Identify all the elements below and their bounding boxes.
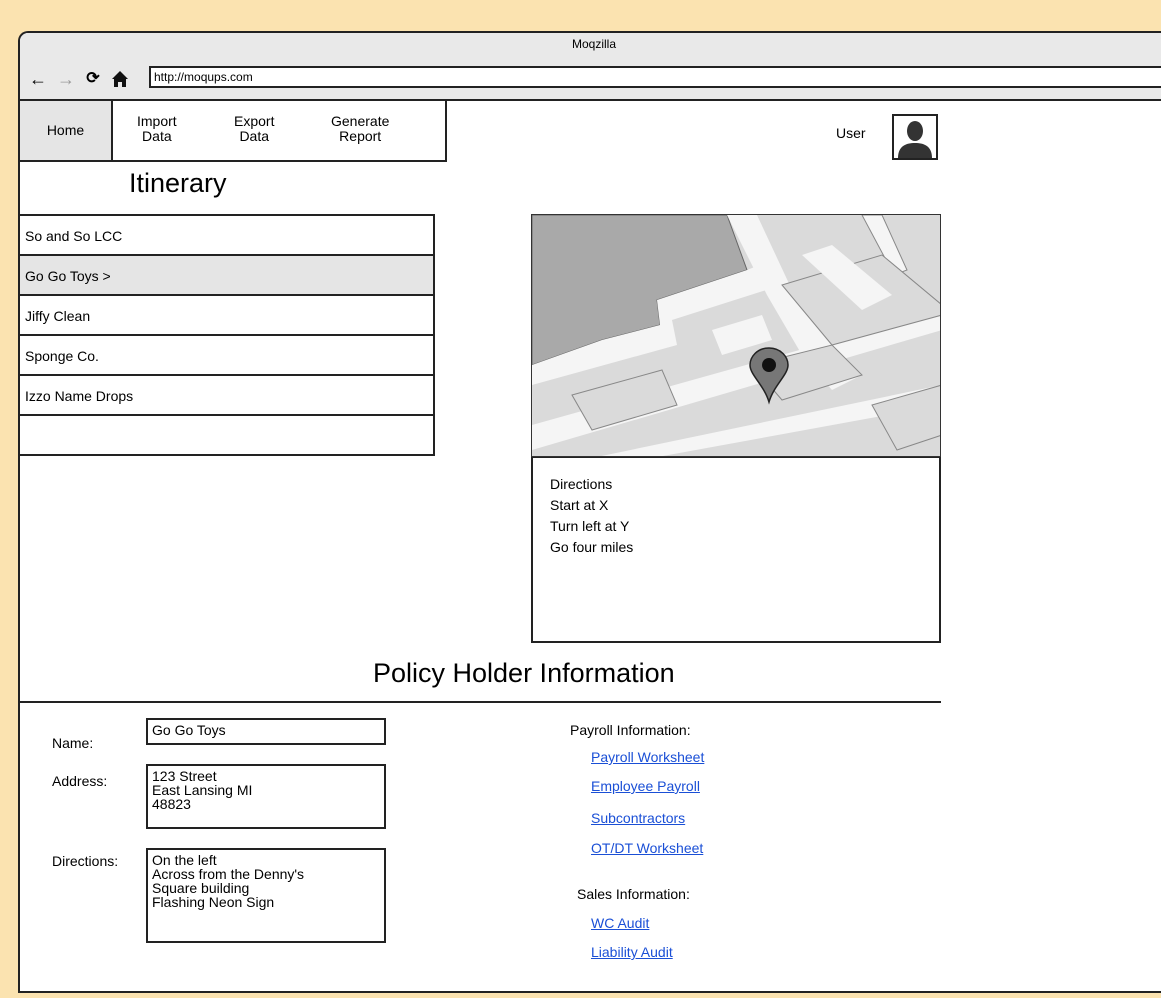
itinerary-item-selected[interactable]: Go Go Toys > bbox=[20, 256, 435, 296]
forward-arrow-icon[interactable]: → bbox=[56, 67, 76, 91]
menu-generate-report-button[interactable]: Generate Report bbox=[331, 114, 389, 144]
itinerary-item[interactable]: So and So LCC bbox=[20, 214, 435, 256]
itinerary-title: Itinerary bbox=[129, 168, 227, 198]
user-label[interactable]: User bbox=[836, 125, 866, 141]
directions-label: Directions: bbox=[52, 853, 119, 869]
directions-field[interactable]: On the left Across from the Denny's Squa… bbox=[146, 848, 386, 943]
itinerary-list: So and So LCC Go Go Toys > Jiffy Clean S… bbox=[20, 214, 435, 456]
menu-import-data-button[interactable]: Import Data bbox=[137, 114, 177, 144]
name-field[interactable]: Go Go Toys bbox=[146, 718, 386, 745]
name-label: Name: bbox=[52, 735, 94, 751]
sales-information-label: Sales Information: bbox=[577, 886, 690, 902]
directions-heading: Directions bbox=[550, 476, 613, 492]
policy-holder-title: Policy Holder Information bbox=[373, 658, 675, 688]
directions-panel: Directions Start at X Turn left at Y Go … bbox=[531, 457, 941, 643]
itinerary-item-empty[interactable] bbox=[20, 416, 435, 456]
menu-export-data-button[interactable]: Export Data bbox=[234, 114, 274, 144]
directions-step: Start at X bbox=[550, 497, 609, 513]
employee-payroll-link[interactable]: Employee Payroll bbox=[591, 778, 700, 794]
directions-step: Turn left at Y bbox=[550, 518, 630, 534]
user-avatar-icon bbox=[898, 121, 932, 158]
reload-icon[interactable]: ⟳ bbox=[83, 67, 103, 91]
policy-divider bbox=[20, 701, 941, 703]
address-label: Address: bbox=[52, 773, 108, 789]
itinerary-item[interactable]: Jiffy Clean bbox=[20, 296, 435, 336]
top-menu: Home Import Data Export Data Generate Re… bbox=[20, 101, 447, 162]
back-arrow-icon[interactable]: ← bbox=[28, 67, 48, 91]
window-title: Moqzilla bbox=[571, 37, 616, 51]
avatar[interactable] bbox=[892, 114, 938, 160]
liability-audit-link[interactable]: Liability Audit bbox=[591, 944, 673, 960]
ot-dt-worksheet-link[interactable]: OT/DT Worksheet bbox=[591, 840, 703, 856]
map-graphic bbox=[532, 215, 940, 456]
directions-step: Go four miles bbox=[550, 539, 634, 555]
map[interactable] bbox=[531, 214, 941, 457]
itinerary-item[interactable]: Sponge Co. bbox=[20, 336, 435, 376]
window-titlebar: Moqzilla bbox=[20, 33, 1161, 61]
home-icon[interactable] bbox=[110, 67, 130, 91]
address-field[interactable]: 123 Street East Lansing MI 48823 bbox=[146, 764, 386, 829]
menu-home-button[interactable]: Home bbox=[20, 101, 113, 160]
url-input[interactable]: http://moqups.com bbox=[149, 66, 1161, 88]
wc-audit-link[interactable]: WC Audit bbox=[591, 915, 649, 931]
payroll-information-label: Payroll Information: bbox=[570, 722, 691, 738]
payroll-worksheet-link[interactable]: Payroll Worksheet bbox=[591, 749, 704, 765]
browser-navbar: ← → ⟳ http://moqups.com bbox=[20, 61, 1161, 101]
browser-window: Moqzilla ← → ⟳ http://moqups.com Home Im… bbox=[18, 31, 1161, 993]
itinerary-item[interactable]: Izzo Name Drops bbox=[20, 376, 435, 416]
subcontractors-link[interactable]: Subcontractors bbox=[591, 810, 685, 826]
